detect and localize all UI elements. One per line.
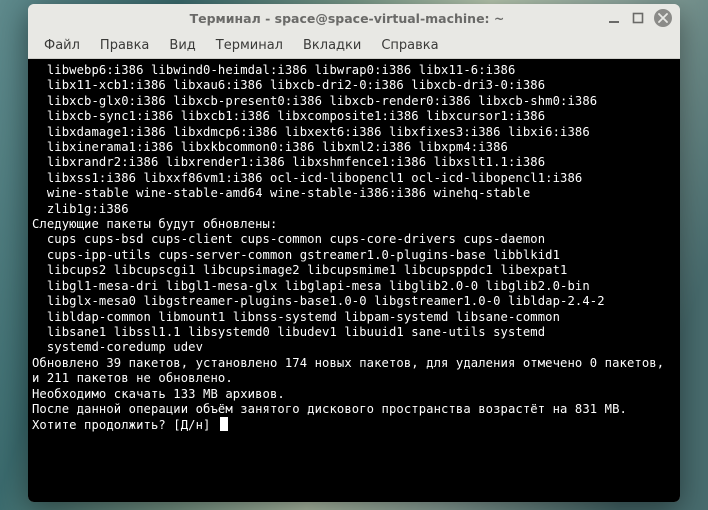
- output-line: libldap-common libmount1 libnss-systemd …: [32, 310, 560, 324]
- titlebar: Терминал - space@space-virtual-machine: …: [28, 4, 680, 32]
- output-line: Обновлено 39 пакетов, установлено 174 но…: [32, 356, 672, 385]
- output-line: После данной операции объём занятого дис…: [32, 402, 627, 416]
- window-controls: [606, 9, 680, 27]
- cursor: [220, 417, 228, 431]
- close-button[interactable]: [654, 9, 672, 27]
- terminal-output[interactable]: libwebp6:i386 libwind0-heimdal:i386 libw…: [28, 59, 680, 502]
- output-line: libglx-mesa0 libgstreamer-plugins-base1.…: [32, 294, 605, 308]
- output-line: cups-ipp-utils cups-server-common gstrea…: [32, 248, 560, 262]
- menu-view[interactable]: Вид: [159, 35, 205, 56]
- output-line: libxrandr2:i386 libxrender1:i386 libxshm…: [32, 155, 545, 169]
- output-line: cups cups-bsd cups-client cups-common cu…: [32, 232, 545, 246]
- output-line: Следующие пакеты будут обновлены:: [32, 217, 277, 231]
- output-line: libxss1:i386 libxxf86vm1:i386 ocl-icd-li…: [32, 171, 582, 185]
- output-line: systemd-coredump udev: [32, 340, 203, 354]
- output-line: zlib1g:i386: [32, 202, 129, 216]
- output-line: libwebp6:i386 libwind0-heimdal:i386 libw…: [32, 63, 515, 77]
- menu-file[interactable]: Файл: [34, 35, 90, 56]
- output-line: libgl1-mesa-dri libgl1-mesa-glx libglapi…: [32, 279, 590, 293]
- terminal-window: Терминал - space@space-virtual-machine: …: [28, 4, 680, 502]
- menu-terminal[interactable]: Терминал: [206, 35, 293, 56]
- output-line: libxcb-glx0:i386 libxcb-present0:i386 li…: [32, 94, 597, 108]
- output-line: libxinerama1:i386 libxkbcommon0:i386 lib…: [32, 140, 508, 154]
- menu-help[interactable]: Справка: [371, 35, 448, 56]
- output-line: libxdamage1:i386 libxdmcp6:i386 libxext6…: [32, 125, 590, 139]
- menubar: Файл Правка Вид Терминал Вкладки Справка: [28, 32, 680, 59]
- menu-tabs[interactable]: Вкладки: [293, 35, 371, 56]
- output-line: libxcb-sync1:i386 libxcb1:i386 libxcompo…: [32, 109, 545, 123]
- output-line: libsane1 libssl1.1 libsystemd0 libudev1 …: [32, 325, 545, 339]
- output-line: Необходимо скачать 133 MB архивов.: [32, 387, 285, 401]
- output-line: libx11-xcb1:i386 libxau6:i386 libxcb-dri…: [32, 78, 545, 92]
- output-line: libcups2 libcupscgi1 libcupsimage2 libcu…: [32, 263, 568, 277]
- window-title: Терминал - space@space-virtual-machine: …: [28, 11, 606, 26]
- maximize-button[interactable]: [630, 10, 646, 26]
- prompt-line: Хотите продолжить? [Д/н]: [32, 418, 218, 432]
- output-line: wine-stable wine-stable-amd64 wine-stabl…: [32, 186, 530, 200]
- menu-edit[interactable]: Правка: [90, 35, 159, 56]
- minimize-button[interactable]: [606, 10, 622, 26]
